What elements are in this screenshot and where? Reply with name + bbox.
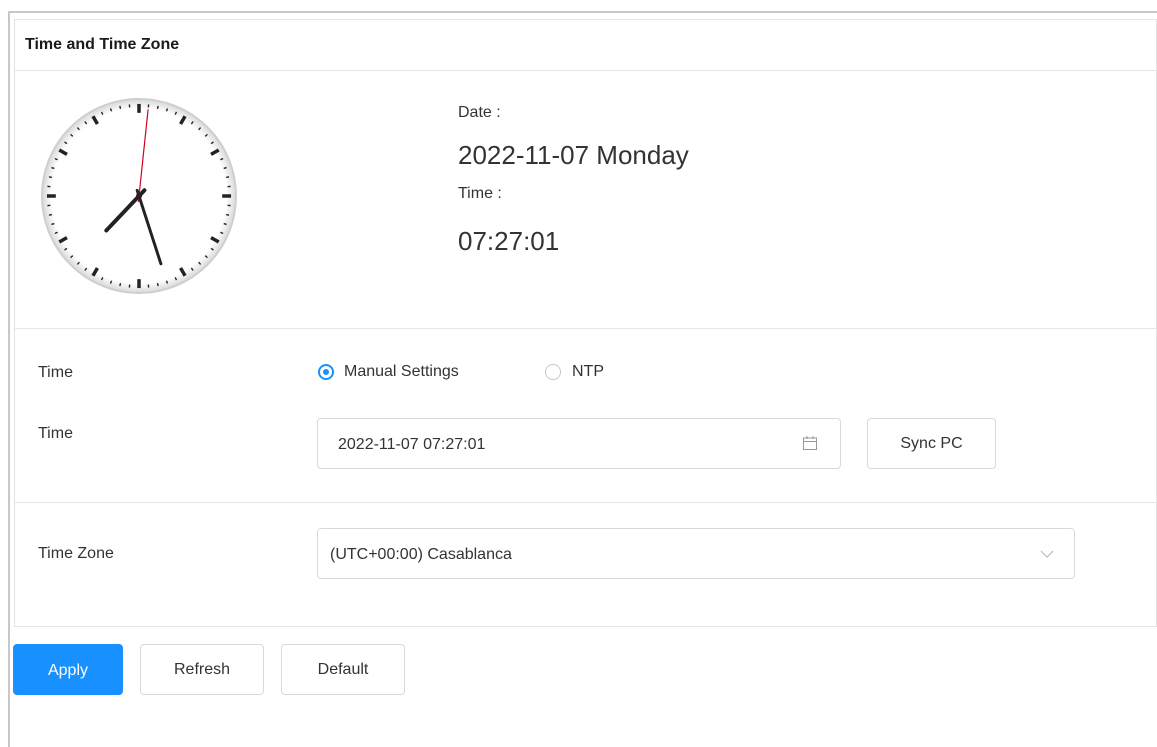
calendar-icon[interactable] (802, 435, 818, 451)
clock-minute-tick (165, 108, 169, 112)
clock-minute-tick (51, 166, 55, 170)
clock-center (136, 193, 142, 199)
sync-pc-button[interactable]: Sync PC (867, 418, 996, 469)
clock-minute-tick (119, 105, 122, 109)
timezone-select[interactable]: (UTC+00:00) Casablanca (317, 528, 1075, 579)
clock-minute-tick (226, 176, 230, 179)
clock-minute-tick (119, 283, 122, 287)
clock-minute-tick (226, 213, 230, 216)
clock-minute-tick (223, 222, 227, 226)
default-button[interactable]: Default (281, 644, 405, 695)
time-divider (15, 502, 1156, 503)
panel-title: Time and Time Zone (25, 36, 180, 53)
analog-clock (40, 97, 238, 295)
clock-minute-tick (109, 280, 113, 284)
refresh-button[interactable]: Refresh (140, 644, 264, 695)
time-value: 07:27:01 (458, 226, 560, 256)
manual-settings-label[interactable]: Manual Settings (344, 363, 459, 381)
clock-minute-tick (156, 283, 159, 287)
time-mode-label: Time (38, 364, 73, 381)
title-divider (15, 70, 1156, 71)
timezone-label: Time Zone (38, 545, 114, 562)
time-input-value: 2022-11-07 07:27:01 (338, 436, 486, 453)
timezone-value: (UTC+00:00) Casablanca (330, 546, 512, 563)
apply-button[interactable]: Apply (13, 644, 123, 695)
clock-minute-tick (223, 166, 227, 170)
manual-settings-radio[interactable] (318, 364, 334, 380)
date-value: 2022-11-07 Monday (458, 140, 689, 170)
ntp-radio[interactable] (545, 364, 561, 380)
time-input-label: Time (38, 425, 73, 442)
clock-divider (15, 328, 1156, 329)
time-label: Time : (458, 185, 502, 202)
clock-minute-tick (48, 213, 52, 216)
clock-minute-tick (51, 222, 55, 226)
clock-minute-tick (48, 176, 52, 179)
clock-minute-tick (156, 105, 159, 109)
ntp-label[interactable]: NTP (572, 363, 604, 381)
chevron-down-icon[interactable] (1040, 548, 1054, 560)
clock-minute-tick (165, 280, 169, 284)
clock-minute-tick (109, 108, 113, 112)
date-label: Date : (458, 104, 501, 121)
time-datetime-input[interactable]: 2022-11-07 07:27:01 (317, 418, 841, 469)
